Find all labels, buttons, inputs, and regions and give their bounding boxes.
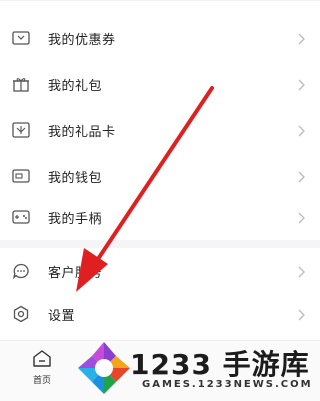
menu-item-label: 客户服务 [48,265,103,281]
menu-item-coupons[interactable]: 我的优惠券 [0,15,320,61]
chevron-right-icon [296,77,306,91]
wallet-icon [11,166,31,186]
coupon-icon [11,28,31,48]
menu-item-settings[interactable]: 设置 [0,291,320,337]
watermark-url: GAMES.1233NEWS.COM [142,379,313,390]
menu-item-gift-packs[interactable]: 我的礼包 [0,61,320,107]
nav-home[interactable]: 首页 [18,349,66,386]
chat-bubble-icon [11,261,31,281]
watermark-logo [78,342,130,394]
menu-item-label: 我的礼品卡 [48,124,116,140]
menu-item-label: 我的礼包 [48,78,103,94]
top-divider [0,0,320,1]
menu-item-label: 我的优惠券 [48,32,116,48]
chevron-right-icon [296,169,306,183]
section-separator [0,240,320,248]
menu-item-customer-service[interactable]: 客户服务 [0,248,320,294]
menu-item-label: 我的钱包 [48,170,103,186]
nav-home-label: 首页 [32,376,51,386]
chevron-right-icon [296,307,306,321]
menu-item-gamepad[interactable]: 我的手柄 [0,194,320,240]
watermark-brand: 1233 手游库 [130,348,310,381]
menu-item-label: 我的手柄 [48,211,103,227]
settings-gear-icon [11,304,31,324]
gift-card-icon [11,120,31,140]
chevron-right-icon [296,31,306,45]
chevron-right-icon [296,123,306,137]
menu-item-wallet[interactable]: 我的钱包 [0,153,320,199]
chevron-right-icon [296,264,306,278]
chevron-right-icon [296,210,306,224]
home-icon [32,350,52,371]
menu-item-label: 设置 [48,308,76,324]
menu-item-gift-cards[interactable]: 我的礼品卡 [0,107,320,153]
gamepad-icon [11,207,31,227]
gift-box-icon [11,74,31,94]
